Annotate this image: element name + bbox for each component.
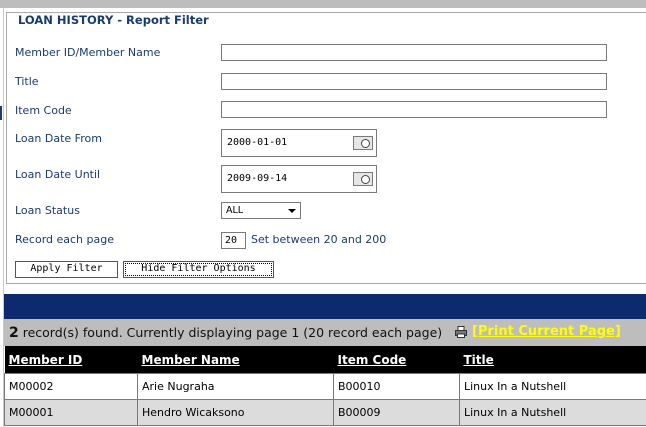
printer-icon[interactable] [455,326,467,338]
filter-legend: LOAN HISTORY - Report Filter [16,13,211,27]
column-header-member-id[interactable]: Member ID [4,346,138,374]
column-header-item-code[interactable]: Item Code [333,346,460,374]
loan-until-value: 2009-09-14 [227,173,288,184]
results-summary: 2 record(s) found. Currently displaying … [9,325,442,341]
table-row: M00002 Arie Nugraha B00010 Linux In a Nu… [4,373,646,400]
title-input[interactable] [221,73,607,90]
member-label: Member ID/Member Name [15,46,161,59]
print-current-page-link[interactable]: [Print Current Page] [472,324,621,339]
left-marker [0,106,2,120]
column-header-title[interactable]: Title [459,346,646,374]
per-page-label: Record each page [15,233,114,246]
loan-status-value: ALL [226,205,244,216]
results-summary-text: record(s) found. Currently displaying pa… [18,325,443,340]
hide-filter-button[interactable]: Hide Filter Options [123,261,274,278]
cell-title: Linux In a Nutshell [459,373,646,400]
cell-member-id: M00002 [4,373,138,400]
per-page-hint: Set between 20 and 200 [251,233,387,246]
loan-status-label: Loan Status [15,204,80,217]
record-count: 2 [9,325,19,341]
cell-member-name: Arie Nugraha [137,373,334,400]
table-row: M00001 Hendro Wicaksono B00009 Linux In … [4,399,646,426]
apply-filter-button[interactable]: Apply Filter [15,261,118,278]
loan-from-value: 2000-01-01 [227,137,288,148]
loan-until-label: Loan Date Until [15,168,101,181]
chevron-down-icon[interactable] [285,204,299,217]
member-input[interactable] [221,44,607,61]
loan-until-field[interactable]: 2009-09-14 [221,165,377,193]
table-header-row: Member ID Member Name Item Code Title [4,346,646,374]
column-header-member-name[interactable]: Member Name [137,346,334,374]
loan-status-select[interactable]: ALL [221,202,301,219]
cell-item-code: B00009 [333,399,460,426]
cell-title: Linux In a Nutshell [459,399,646,426]
item-code-label: Item Code [15,104,72,117]
calendar-icon[interactable] [353,136,373,150]
loan-from-label: Loan Date From [15,132,102,145]
results-info-bar: 2 record(s) found. Currently displaying … [4,319,646,346]
item-code-input[interactable] [221,101,607,118]
navigation-band [4,294,646,319]
cell-member-id: M00001 [4,399,138,426]
calendar-icon[interactable] [353,172,373,186]
top-bar [0,0,646,8]
title-label: Title [15,75,39,88]
cell-member-name: Hendro Wicaksono [137,399,334,426]
loan-from-field[interactable]: 2000-01-01 [221,129,377,157]
per-page-input[interactable]: 20 [221,232,246,249]
cell-item-code: B00010 [333,373,460,400]
loan-history-table: Member ID Member Name Item Code Title M0… [4,346,646,426]
